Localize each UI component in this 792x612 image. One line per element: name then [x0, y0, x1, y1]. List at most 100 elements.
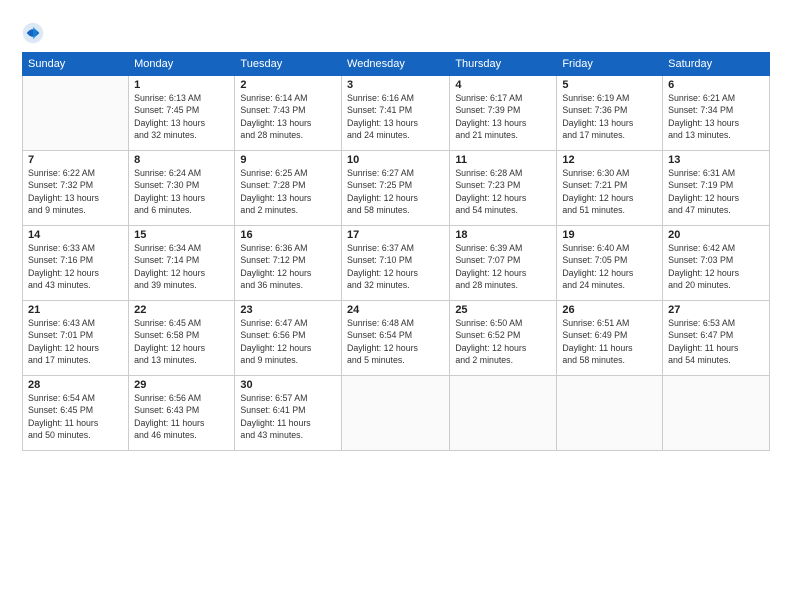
calendar-cell: 21Sunrise: 6:43 AMSunset: 7:01 PMDayligh…: [23, 301, 129, 376]
day-info: Sunrise: 6:36 AMSunset: 7:12 PMDaylight:…: [240, 242, 336, 291]
day-number: 29: [134, 379, 229, 391]
day-info: Sunrise: 6:47 AMSunset: 6:56 PMDaylight:…: [240, 317, 336, 366]
calendar-cell: 30Sunrise: 6:57 AMSunset: 6:41 PMDayligh…: [235, 376, 342, 451]
day-number: 9: [240, 154, 336, 166]
calendar-cell: [342, 376, 450, 451]
calendar-cell: 29Sunrise: 6:56 AMSunset: 6:43 PMDayligh…: [129, 376, 235, 451]
calendar-cell: 28Sunrise: 6:54 AMSunset: 6:45 PMDayligh…: [23, 376, 129, 451]
day-info: Sunrise: 6:40 AMSunset: 7:05 PMDaylight:…: [562, 242, 657, 291]
day-info: Sunrise: 6:54 AMSunset: 6:45 PMDaylight:…: [28, 392, 123, 441]
day-number: 13: [668, 154, 764, 166]
day-number: 10: [347, 154, 444, 166]
day-info: Sunrise: 6:28 AMSunset: 7:23 PMDaylight:…: [455, 167, 551, 216]
calendar-cell: 9Sunrise: 6:25 AMSunset: 7:28 PMDaylight…: [235, 151, 342, 226]
calendar-cell: 3Sunrise: 6:16 AMSunset: 7:41 PMDaylight…: [342, 76, 450, 151]
day-number: 28: [28, 379, 123, 391]
day-info: Sunrise: 6:43 AMSunset: 7:01 PMDaylight:…: [28, 317, 123, 366]
day-number: 15: [134, 229, 229, 241]
page: SundayMondayTuesdayWednesdayThursdayFrid…: [0, 0, 792, 612]
day-number: 1: [134, 79, 229, 91]
day-number: 30: [240, 379, 336, 391]
calendar-cell: 5Sunrise: 6:19 AMSunset: 7:36 PMDaylight…: [557, 76, 663, 151]
calendar-cell: 14Sunrise: 6:33 AMSunset: 7:16 PMDayligh…: [23, 226, 129, 301]
day-info: Sunrise: 6:37 AMSunset: 7:10 PMDaylight:…: [347, 242, 444, 291]
day-info: Sunrise: 6:56 AMSunset: 6:43 PMDaylight:…: [134, 392, 229, 441]
day-info: Sunrise: 6:34 AMSunset: 7:14 PMDaylight:…: [134, 242, 229, 291]
day-number: 7: [28, 154, 123, 166]
calendar-cell: 17Sunrise: 6:37 AMSunset: 7:10 PMDayligh…: [342, 226, 450, 301]
day-number: 27: [668, 304, 764, 316]
day-info: Sunrise: 6:50 AMSunset: 6:52 PMDaylight:…: [455, 317, 551, 366]
day-number: 24: [347, 304, 444, 316]
calendar-cell: 8Sunrise: 6:24 AMSunset: 7:30 PMDaylight…: [129, 151, 235, 226]
week-row-1: 1Sunrise: 6:13 AMSunset: 7:45 PMDaylight…: [23, 76, 770, 151]
header: [22, 18, 770, 44]
calendar-cell: [557, 376, 663, 451]
day-info: Sunrise: 6:13 AMSunset: 7:45 PMDaylight:…: [134, 92, 229, 141]
calendar-cell: 2Sunrise: 6:14 AMSunset: 7:43 PMDaylight…: [235, 76, 342, 151]
day-info: Sunrise: 6:45 AMSunset: 6:58 PMDaylight:…: [134, 317, 229, 366]
weekday-header-saturday: Saturday: [663, 53, 770, 76]
calendar-cell: 27Sunrise: 6:53 AMSunset: 6:47 PMDayligh…: [663, 301, 770, 376]
calendar-cell: 15Sunrise: 6:34 AMSunset: 7:14 PMDayligh…: [129, 226, 235, 301]
day-number: 18: [455, 229, 551, 241]
day-info: Sunrise: 6:24 AMSunset: 7:30 PMDaylight:…: [134, 167, 229, 216]
calendar-cell: 13Sunrise: 6:31 AMSunset: 7:19 PMDayligh…: [663, 151, 770, 226]
day-number: 25: [455, 304, 551, 316]
day-info: Sunrise: 6:57 AMSunset: 6:41 PMDaylight:…: [240, 392, 336, 441]
calendar-cell: [663, 376, 770, 451]
day-number: 8: [134, 154, 229, 166]
day-number: 16: [240, 229, 336, 241]
weekday-header-wednesday: Wednesday: [342, 53, 450, 76]
day-number: 3: [347, 79, 444, 91]
calendar-cell: 7Sunrise: 6:22 AMSunset: 7:32 PMDaylight…: [23, 151, 129, 226]
calendar-table: SundayMondayTuesdayWednesdayThursdayFrid…: [22, 52, 770, 451]
week-row-3: 14Sunrise: 6:33 AMSunset: 7:16 PMDayligh…: [23, 226, 770, 301]
day-info: Sunrise: 6:14 AMSunset: 7:43 PMDaylight:…: [240, 92, 336, 141]
calendar-cell: 18Sunrise: 6:39 AMSunset: 7:07 PMDayligh…: [450, 226, 557, 301]
calendar-cell: 10Sunrise: 6:27 AMSunset: 7:25 PMDayligh…: [342, 151, 450, 226]
day-number: 19: [562, 229, 657, 241]
day-info: Sunrise: 6:16 AMSunset: 7:41 PMDaylight:…: [347, 92, 444, 141]
day-number: 5: [562, 79, 657, 91]
week-row-4: 21Sunrise: 6:43 AMSunset: 7:01 PMDayligh…: [23, 301, 770, 376]
calendar-cell: 16Sunrise: 6:36 AMSunset: 7:12 PMDayligh…: [235, 226, 342, 301]
day-number: 20: [668, 229, 764, 241]
day-number: 4: [455, 79, 551, 91]
day-info: Sunrise: 6:25 AMSunset: 7:28 PMDaylight:…: [240, 167, 336, 216]
day-info: Sunrise: 6:19 AMSunset: 7:36 PMDaylight:…: [562, 92, 657, 141]
calendar-cell: 11Sunrise: 6:28 AMSunset: 7:23 PMDayligh…: [450, 151, 557, 226]
day-info: Sunrise: 6:17 AMSunset: 7:39 PMDaylight:…: [455, 92, 551, 141]
logo: [22, 22, 46, 44]
day-info: Sunrise: 6:42 AMSunset: 7:03 PMDaylight:…: [668, 242, 764, 291]
day-info: Sunrise: 6:31 AMSunset: 7:19 PMDaylight:…: [668, 167, 764, 216]
day-info: Sunrise: 6:27 AMSunset: 7:25 PMDaylight:…: [347, 167, 444, 216]
calendar-cell: 24Sunrise: 6:48 AMSunset: 6:54 PMDayligh…: [342, 301, 450, 376]
week-row-2: 7Sunrise: 6:22 AMSunset: 7:32 PMDaylight…: [23, 151, 770, 226]
weekday-header-row: SundayMondayTuesdayWednesdayThursdayFrid…: [23, 53, 770, 76]
day-info: Sunrise: 6:51 AMSunset: 6:49 PMDaylight:…: [562, 317, 657, 366]
day-info: Sunrise: 6:22 AMSunset: 7:32 PMDaylight:…: [28, 167, 123, 216]
weekday-header-friday: Friday: [557, 53, 663, 76]
calendar-cell: [450, 376, 557, 451]
logo-icon: [22, 22, 44, 44]
calendar-cell: 19Sunrise: 6:40 AMSunset: 7:05 PMDayligh…: [557, 226, 663, 301]
weekday-header-tuesday: Tuesday: [235, 53, 342, 76]
calendar-cell: [23, 76, 129, 151]
day-number: 21: [28, 304, 123, 316]
day-info: Sunrise: 6:48 AMSunset: 6:54 PMDaylight:…: [347, 317, 444, 366]
day-info: Sunrise: 6:39 AMSunset: 7:07 PMDaylight:…: [455, 242, 551, 291]
calendar-cell: 26Sunrise: 6:51 AMSunset: 6:49 PMDayligh…: [557, 301, 663, 376]
week-row-5: 28Sunrise: 6:54 AMSunset: 6:45 PMDayligh…: [23, 376, 770, 451]
day-info: Sunrise: 6:21 AMSunset: 7:34 PMDaylight:…: [668, 92, 764, 141]
calendar-cell: 4Sunrise: 6:17 AMSunset: 7:39 PMDaylight…: [450, 76, 557, 151]
day-number: 17: [347, 229, 444, 241]
day-number: 6: [668, 79, 764, 91]
day-info: Sunrise: 6:53 AMSunset: 6:47 PMDaylight:…: [668, 317, 764, 366]
day-number: 12: [562, 154, 657, 166]
calendar-cell: 22Sunrise: 6:45 AMSunset: 6:58 PMDayligh…: [129, 301, 235, 376]
calendar-cell: 23Sunrise: 6:47 AMSunset: 6:56 PMDayligh…: [235, 301, 342, 376]
day-info: Sunrise: 6:30 AMSunset: 7:21 PMDaylight:…: [562, 167, 657, 216]
weekday-header-sunday: Sunday: [23, 53, 129, 76]
weekday-header-monday: Monday: [129, 53, 235, 76]
